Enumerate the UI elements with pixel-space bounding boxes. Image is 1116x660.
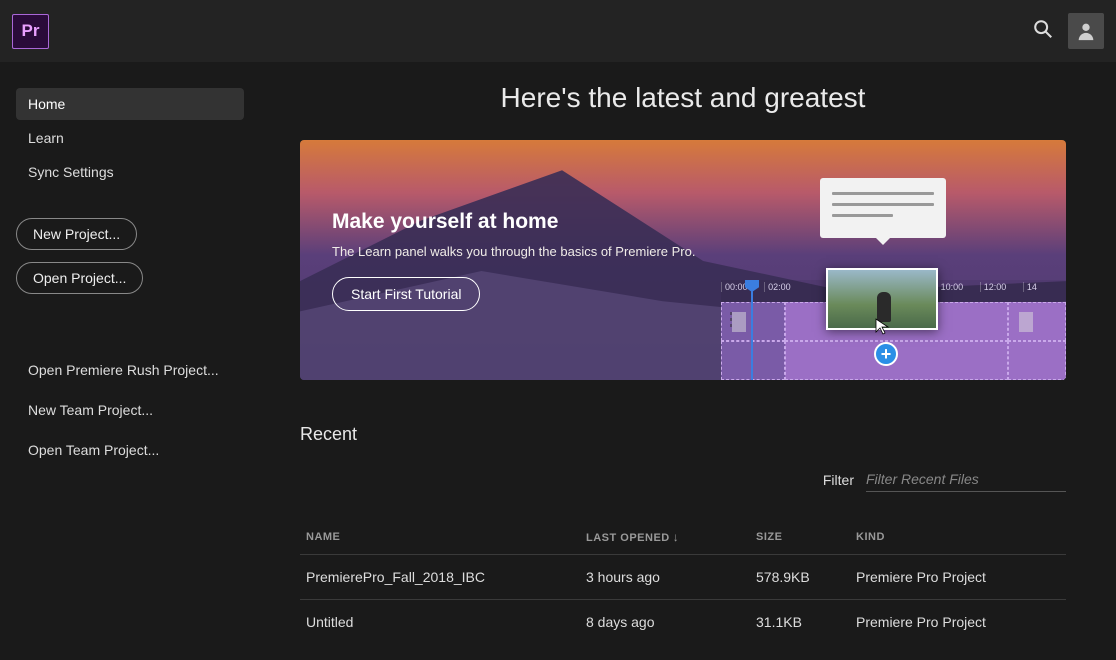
recent-heading: Recent — [300, 424, 1066, 445]
open-project-button[interactable]: Open Project... — [16, 262, 143, 294]
new-project-button[interactable]: New Project... — [16, 218, 137, 250]
sidebar: Home Learn Sync Settings New Project... … — [0, 62, 260, 660]
filter-label: Filter — [823, 472, 854, 488]
app-logo: Pr — [12, 14, 49, 49]
top-bar: Pr — [0, 0, 1116, 62]
column-kind[interactable]: KIND — [850, 520, 1066, 555]
playhead-icon — [751, 280, 753, 380]
filter-input[interactable] — [866, 467, 1066, 492]
add-icon: + — [874, 342, 898, 366]
page-headline: Here's the latest and greatest — [300, 82, 1066, 114]
start-tutorial-button[interactable]: Start First Tutorial — [332, 277, 480, 311]
content-area: Here's the latest and greatest Make your… — [260, 62, 1116, 660]
table-row[interactable]: PremierePro_Fall_2018_IBC 3 hours ago 57… — [300, 555, 1066, 600]
nav-learn[interactable]: Learn — [16, 122, 244, 154]
hero-banner: Make yourself at home The Learn panel wa… — [300, 140, 1066, 380]
table-row[interactable]: Untitled 8 days ago 31.1KB Premiere Pro … — [300, 600, 1066, 645]
cursor-icon — [874, 317, 892, 340]
column-size[interactable]: SIZE — [750, 520, 850, 555]
open-team-project-link[interactable]: Open Team Project... — [16, 430, 244, 470]
recent-files-table: NAME LAST OPENED↓ SIZE KIND PremierePro_… — [300, 520, 1066, 644]
open-rush-project-link[interactable]: Open Premiere Rush Project... — [16, 350, 244, 390]
nav-home[interactable]: Home — [16, 88, 244, 120]
user-avatar[interactable] — [1068, 13, 1104, 49]
nav-sync-settings[interactable]: Sync Settings — [16, 156, 244, 188]
new-team-project-link[interactable]: New Team Project... — [16, 390, 244, 430]
tooltip-illustration — [820, 178, 946, 238]
hero-title: Make yourself at home — [332, 210, 695, 234]
hero-subtitle: The Learn panel walks you through the ba… — [332, 244, 695, 259]
column-last-opened[interactable]: LAST OPENED↓ — [580, 520, 750, 555]
sort-descending-icon: ↓ — [673, 530, 680, 544]
column-name[interactable]: NAME — [300, 520, 580, 555]
search-icon[interactable] — [1032, 18, 1054, 45]
